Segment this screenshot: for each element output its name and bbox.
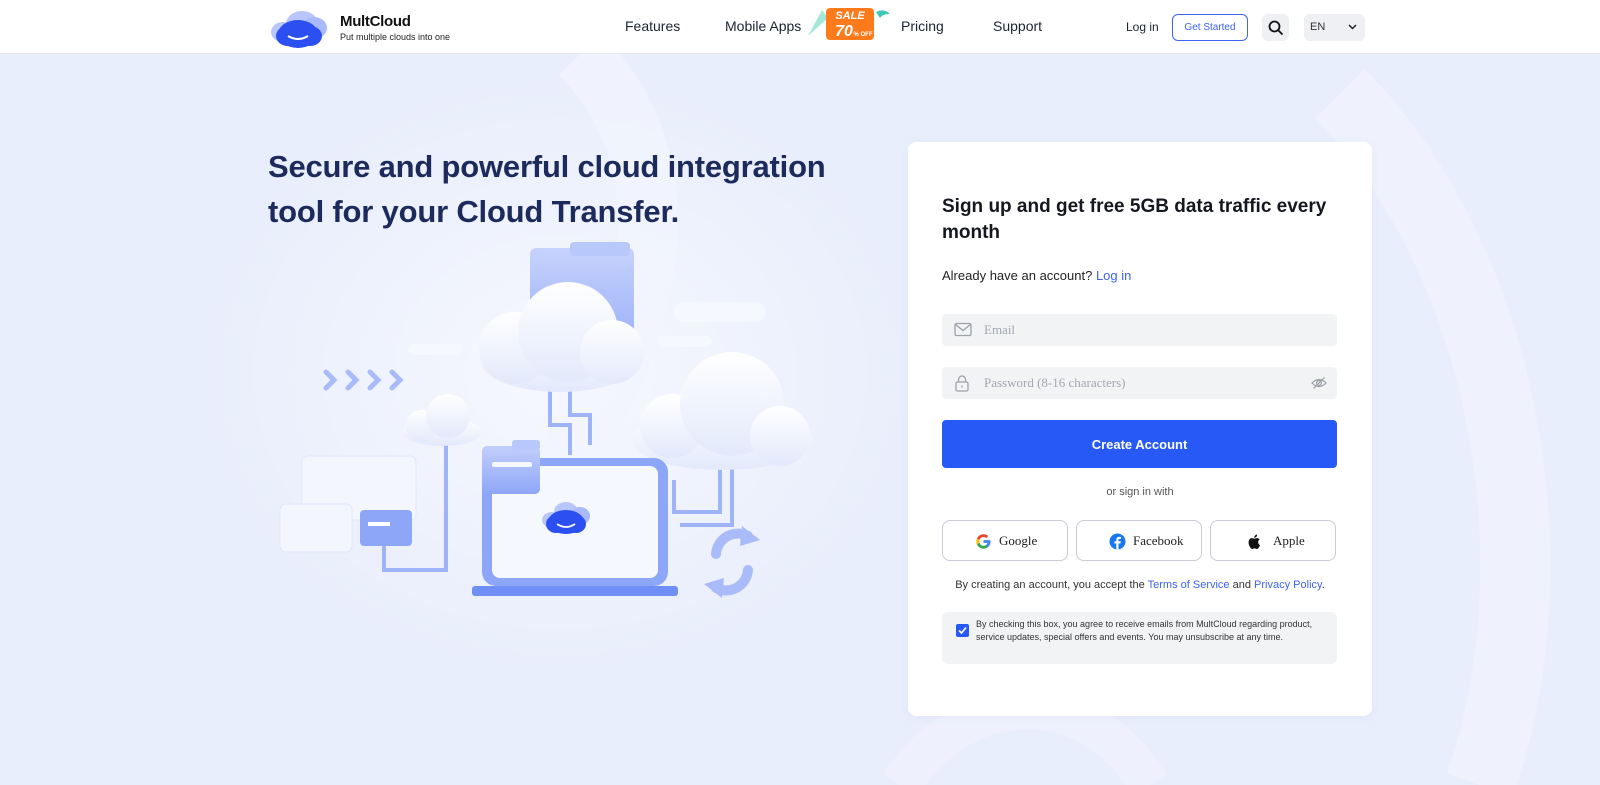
apple-signin-button[interactable]: Apple [1210,520,1336,561]
get-started-button[interactable]: Get Started [1172,14,1248,41]
apple-label: Apple [1273,533,1305,548]
terms-suffix: . [1321,579,1325,591]
email-consent-box: By checking this box, you agree to recei… [942,612,1337,664]
lock-icon [955,375,969,392]
terms-prefix: By creating an account, you accept the [955,579,1145,591]
facebook-icon [1109,533,1126,550]
nav-pricing[interactable]: Pricing [901,18,944,34]
google-icon [976,534,991,549]
header-login-link[interactable]: Log in [1126,20,1159,34]
eye-off-icon[interactable] [1311,376,1327,390]
nav-mobile-apps[interactable]: Mobile Apps [725,18,801,34]
hero-title: Secure and powerful cloud integration to… [268,144,868,234]
privacy-policy-link[interactable]: Privacy Policy [1254,579,1322,591]
logo-tagline: Put multiple clouds into one [340,32,451,42]
email-field [942,314,1337,346]
password-field [942,367,1337,399]
consent-text: By checking this box, you agree to recei… [976,619,1313,642]
cloud-transfer-illustration [279,242,812,598]
have-account-row: Already have an account? Log in [942,268,1131,283]
hero-title-line1: Secure and powerful cloud integration [268,149,826,184]
sale-badge-line3: % OFF [854,32,873,38]
google-label: Google [999,533,1038,548]
hero-title-line2: tool for your Cloud Transfer. [268,194,680,229]
terms-text: By creating an account, you accept the T… [908,579,1372,591]
search-button[interactable] [1262,14,1289,41]
signup-card: Sign up and get free 5GB data traffic ev… [908,142,1372,716]
email-input[interactable] [984,314,1304,346]
facebook-label: Facebook [1133,533,1184,548]
create-account-button[interactable]: Create Account [942,420,1337,468]
terms-and: and [1232,579,1251,591]
nav-support[interactable]: Support [993,18,1042,34]
apple-icon [1248,534,1260,549]
mail-icon [954,322,972,337]
site-header: MultCloud Put multiple clouds into one F… [0,0,1600,54]
logo[interactable]: MultCloud Put multiple clouds into one [268,8,458,48]
or-sign-in-with: or sign in with [1106,486,1174,498]
sale-badge-line1: SALE [835,10,865,22]
logo-name: MultCloud [340,13,411,30]
consent-checkbox[interactable] [956,624,969,637]
sale-badge[interactable]: SALE 70 % OFF [806,6,892,42]
sale-badge-line2: 70 [835,23,853,40]
multcloud-logo-icon [271,11,327,48]
facebook-signin-button[interactable]: Facebook [1076,520,1202,561]
google-signin-button[interactable]: Google [942,520,1068,561]
search-icon [1268,20,1283,35]
nav-features[interactable]: Features [625,18,680,34]
password-input[interactable] [984,367,1304,399]
language-selector[interactable]: EN [1304,14,1365,41]
terms-of-service-link[interactable]: Terms of Service [1148,579,1230,591]
chevron-down-icon [1348,24,1357,30]
language-label: EN [1310,21,1326,33]
checkmark-icon [958,626,967,635]
signup-title: Sign up and get free 5GB data traffic ev… [942,196,1327,243]
signup-login-link[interactable]: Log in [1096,268,1131,283]
have-account-text: Already have an account? [942,268,1093,283]
